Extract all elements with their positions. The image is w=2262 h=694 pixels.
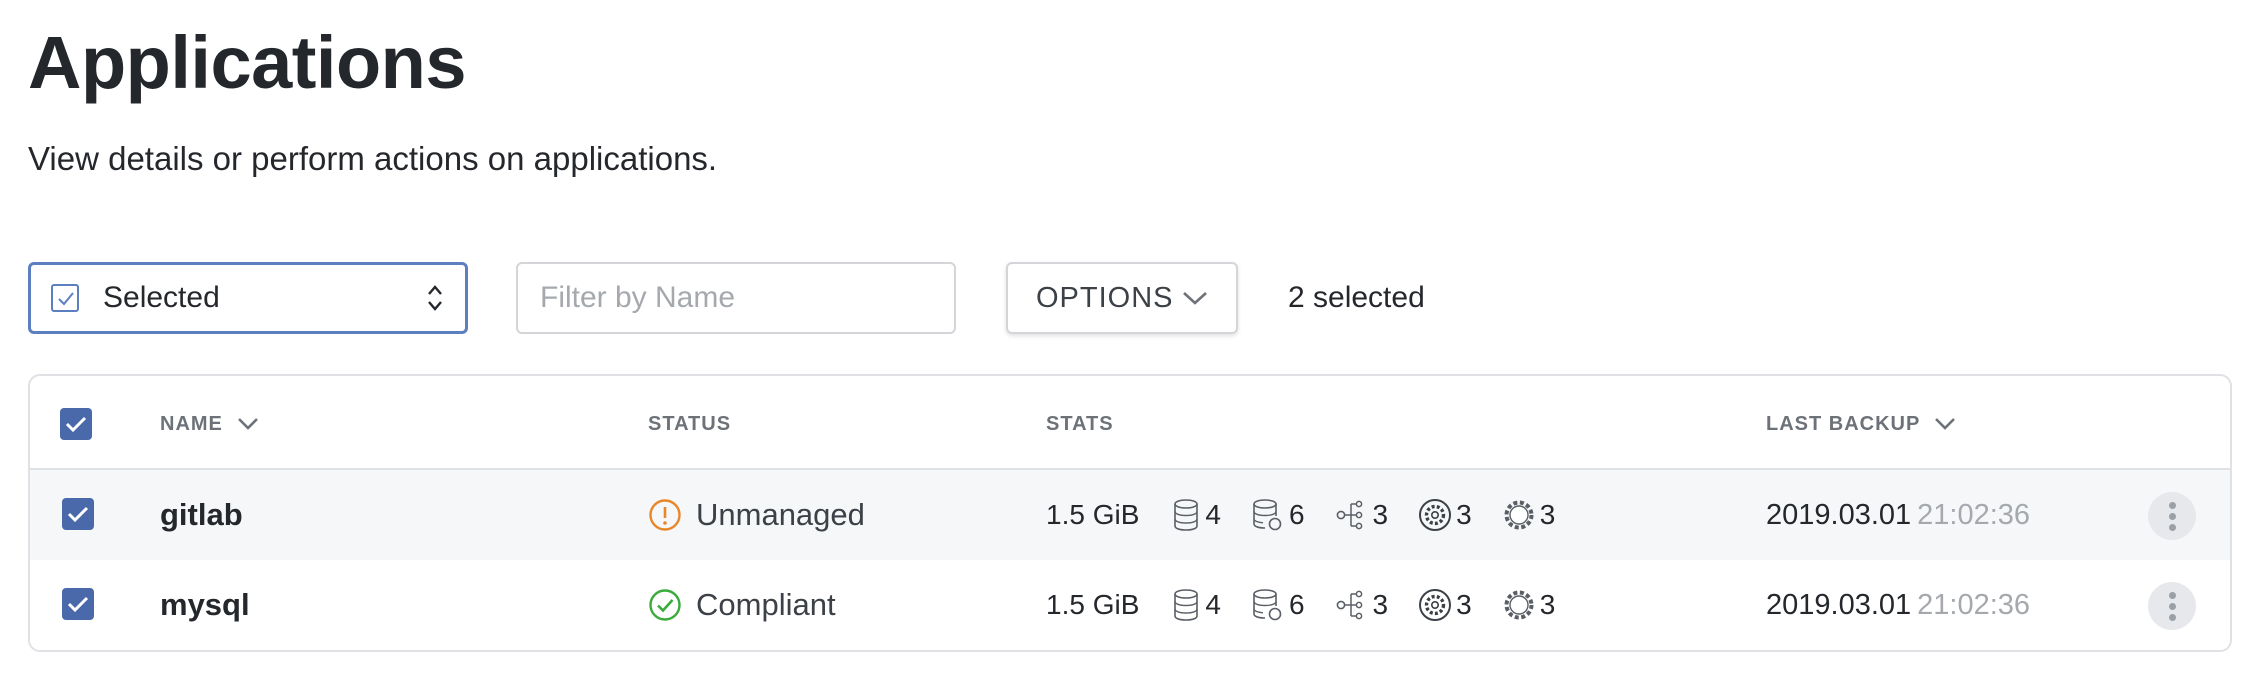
- stat-snapshots-value: 6: [1288, 499, 1305, 530]
- row-actions-kebab-icon[interactable]: [2148, 492, 2196, 540]
- status-text: Unmanaged: [696, 497, 865, 532]
- page-subtitle: View details or perform actions on appli…: [28, 140, 718, 177]
- stat-snapshots: 6: [1251, 498, 1305, 532]
- row-checkbox[interactable]: [62, 588, 94, 620]
- stat-hooks-value: 3: [1456, 499, 1472, 530]
- column-header-name-label: NAME: [160, 413, 223, 435]
- chevron-down-icon: [1182, 290, 1208, 311]
- options-button[interactable]: OPTIONS: [1006, 262, 1238, 334]
- gear-icon: [1504, 590, 1534, 620]
- stat-settings-value: 3: [1539, 499, 1556, 530]
- check-circle-icon: [649, 589, 681, 621]
- select-label: Selected: [103, 281, 220, 314]
- stat-settings: 3: [1502, 498, 1556, 532]
- page-title: Applications: [28, 21, 467, 104]
- stat-services: 3: [1335, 588, 1389, 622]
- warning-circle-icon: [649, 499, 681, 531]
- check-icon: [67, 596, 89, 613]
- stat-size: 1.5 GiB: [1046, 499, 1140, 530]
- table-row[interactable]: mysql Compliant 1.5 GiB 4 6 3 3 3 2019.0…: [30, 560, 2230, 650]
- database-snapshot-icon: [1253, 499, 1282, 531]
- stat-services: 3: [1335, 498, 1389, 532]
- backup-time: 21:02:36: [1917, 589, 2031, 621]
- gear-icon: [1504, 500, 1534, 530]
- status-cell: Unmanaged: [648, 494, 865, 536]
- check-icon: [67, 506, 89, 523]
- table-row[interactable]: gitlab Unmanaged 1.5 GiB 4 6 3 3 3 2019.…: [30, 470, 2230, 560]
- options-label: OPTIONS: [1036, 281, 1174, 314]
- stat-size: 1.5 GiB: [1046, 589, 1140, 620]
- stat-settings: 3: [1502, 588, 1556, 622]
- backup-date: 2019.03.01: [1766, 499, 1912, 531]
- stat-hooks: 3: [1418, 588, 1472, 622]
- database-snapshot-icon: [1253, 589, 1282, 621]
- selection-filter-select[interactable]: Selected: [28, 262, 468, 334]
- column-header-last-backup[interactable]: LAST BACKUP: [1766, 412, 1956, 436]
- stat-volumes-value: 4: [1205, 499, 1221, 530]
- table-header: NAME STATUS STATS LAST BACKUP: [30, 376, 2230, 470]
- stat-settings-value: 3: [1539, 589, 1556, 620]
- column-header-status: STATUS: [648, 412, 731, 436]
- column-header-last-backup-label: LAST BACKUP: [1766, 413, 1921, 435]
- sort-chevron-down-icon: [1935, 418, 1956, 430]
- sort-chevron-down-icon: [237, 418, 258, 430]
- toolbar: Selected OPTIONS 2 selected: [28, 262, 1528, 334]
- column-header-name[interactable]: NAME: [160, 412, 259, 436]
- status-text: Compliant: [696, 587, 836, 622]
- stat-volumes: 4: [1171, 498, 1221, 532]
- app-name-link[interactable]: gitlab: [160, 496, 243, 534]
- database-icon: [1174, 499, 1199, 531]
- stat-snapshots: 6: [1251, 588, 1305, 622]
- stat-services-value: 3: [1372, 499, 1389, 530]
- circled-gear-icon: [1419, 589, 1452, 621]
- status-cell: Compliant: [648, 584, 836, 626]
- row-actions-kebab-icon[interactable]: [2148, 582, 2196, 630]
- applications-table: NAME STATUS STATS LAST BACKUP gitlab Unm…: [28, 374, 2232, 652]
- backup-time: 21:02:36: [1917, 499, 2031, 531]
- checkbox-outline-icon: [51, 284, 79, 312]
- app-name-link[interactable]: mysql: [160, 586, 250, 624]
- database-icon: [1174, 589, 1199, 621]
- check-icon: [65, 416, 87, 433]
- stat-services-value: 3: [1372, 589, 1389, 620]
- last-backup-cell: 2019.03.01 21:02:36: [1766, 494, 2030, 536]
- stat-volumes-value: 4: [1205, 589, 1221, 620]
- stats-cell: 1.5 GiB 4 6 3 3 3: [1046, 494, 1585, 536]
- up-down-chevron-icon: [427, 283, 443, 318]
- selected-count: 2 selected: [1288, 281, 1425, 314]
- stat-hooks-value: 3: [1456, 589, 1472, 620]
- network-nodes-icon: [1336, 500, 1362, 530]
- column-header-status-label: STATUS: [648, 413, 732, 435]
- last-backup-cell: 2019.03.01 21:02:36: [1766, 584, 2030, 626]
- filter-by-name-input[interactable]: [516, 262, 956, 334]
- stat-volumes: 4: [1171, 588, 1221, 622]
- circled-gear-icon: [1419, 499, 1452, 531]
- stat-snapshots-value: 6: [1288, 589, 1305, 620]
- column-header-stats: STATS: [1046, 412, 1114, 436]
- backup-date: 2019.03.01: [1766, 589, 1912, 621]
- select-all-checkbox[interactable]: [60, 408, 92, 440]
- network-nodes-icon: [1336, 590, 1362, 620]
- stat-hooks: 3: [1418, 498, 1472, 532]
- column-header-stats-label: STATS: [1046, 413, 1114, 435]
- stats-cell: 1.5 GiB 4 6 3 3 3: [1046, 584, 1585, 626]
- row-checkbox[interactable]: [62, 498, 94, 530]
